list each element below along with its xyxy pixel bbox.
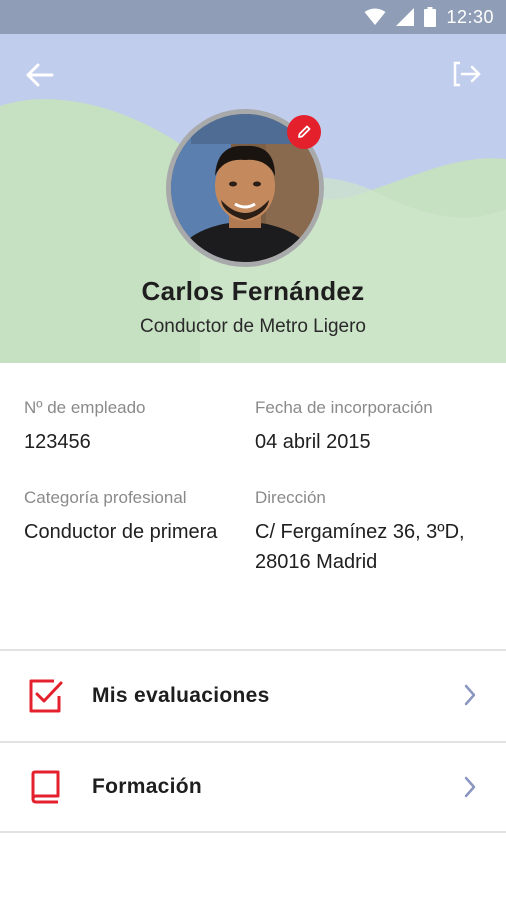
profile-menu: Mis evaluaciones Formación [0, 649, 506, 833]
book-icon [26, 768, 64, 806]
battery-icon [424, 7, 437, 27]
category-value: Conductor de primera [24, 521, 218, 543]
join-date-field: Fecha de incorporación 04 abril 2015 [255, 397, 495, 457]
menu-item-training[interactable]: Formación [0, 741, 506, 833]
address-label: Dirección [255, 488, 326, 507]
address-field: Dirección C/ Fergamínez 36, 3ºD, 28016 M… [255, 487, 495, 577]
edit-photo-button[interactable] [287, 115, 321, 149]
wifi-icon [364, 8, 386, 25]
profile-header: Carlos Fernández Conductor de Metro Lige… [0, 34, 506, 363]
profile-name: Carlos Fernández [141, 276, 365, 306]
menu-item-label: Mis evaluaciones [92, 684, 270, 707]
menu-item-evaluations[interactable]: Mis evaluaciones [0, 649, 506, 741]
logout-icon [453, 61, 481, 87]
signal-icon [396, 8, 415, 26]
employee-number-label: Nº de empleado [24, 398, 146, 417]
category-label: Categoría profesional [24, 488, 187, 507]
clock: 12:30 [446, 6, 494, 27]
chevron-right-icon [464, 684, 476, 706]
logout-button[interactable] [450, 58, 484, 90]
join-date-label: Fecha de incorporación [255, 398, 433, 417]
arrow-left-icon [26, 63, 54, 87]
profile-role: Conductor de Metro Ligero [139, 316, 366, 337]
category-field: Categoría profesional Conductor de prime… [24, 487, 234, 547]
checkbox-icon [26, 677, 64, 715]
employee-number-field: Nº de empleado 123456 [24, 397, 234, 457]
address-value: C/ Fergamínez 36, 3ºD, 28016 Madrid [255, 521, 465, 573]
back-button[interactable] [22, 60, 56, 90]
employee-number-value: 123456 [24, 431, 91, 453]
join-date-value: 04 abril 2015 [255, 431, 371, 453]
chevron-right-icon [464, 776, 476, 798]
employee-info: Nº de empleado 123456 Fecha de incorpora… [0, 363, 506, 650]
menu-item-label: Formación [92, 775, 203, 798]
status-bar: 12:30 [0, 0, 506, 34]
pencil-icon [298, 125, 311, 138]
